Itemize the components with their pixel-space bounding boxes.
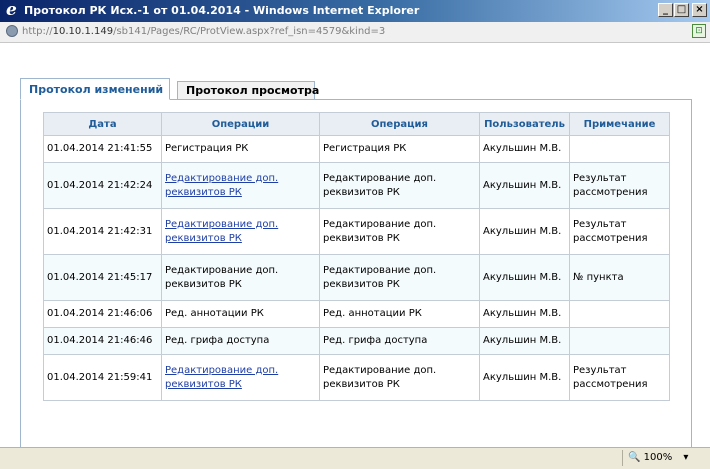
- cell-operations: Редактирование доп. реквизитов РК: [161, 354, 320, 401]
- cell-note: Результат рассмотрения: [569, 208, 670, 255]
- window-title: Протокол РК Исх.-1 от 01.04.2014 - Windo…: [24, 4, 420, 17]
- cell-operations: Ред. аннотации РК: [161, 300, 320, 328]
- operation-link[interactable]: Редактирование доп. реквизитов РК: [165, 365, 278, 390]
- cell-operations: Регистрация РК: [161, 135, 320, 163]
- protocol-panel: Дата Операции Операция Пользователь Прим…: [20, 99, 692, 456]
- zoom-icon: 🔍: [628, 452, 641, 463]
- column-header-operations: Операции: [161, 112, 320, 136]
- cell-note: Результат рассмотрения: [569, 354, 670, 401]
- cell-operations: Редактирование доп. реквизитов РК: [161, 254, 320, 301]
- cell-operation: Ред. аннотации РК: [319, 300, 480, 328]
- operation-link[interactable]: Редактирование доп. реквизитов РК: [165, 219, 278, 244]
- cell-user: Акульшин М.В.: [479, 162, 570, 209]
- minimize-button[interactable]: _: [658, 3, 673, 17]
- cell-user: Акульшин М.В.: [479, 208, 570, 255]
- tab-view-log[interactable]: Протокол просмотра: [177, 81, 319, 100]
- cell-note: [569, 300, 670, 328]
- table-row: 01.04.2014 21:45:17 Редактирование доп. …: [43, 254, 670, 301]
- compatibility-view-icon[interactable]: ⊡: [692, 24, 706, 38]
- cell-operation: Редактирование доп. реквизитов РК: [319, 354, 480, 401]
- cell-user: Акульшин М.В.: [479, 254, 570, 301]
- cell-note: Результат рассмотрения: [569, 162, 670, 209]
- column-header-date: Дата: [43, 112, 162, 136]
- operation-link[interactable]: Редактирование доп. реквизитов РК: [165, 173, 278, 198]
- page-icon: [6, 25, 18, 37]
- internet-explorer-icon: e: [6, 0, 17, 20]
- title-bar[interactable]: e Протокол РК Исх.-1 от 01.04.2014 - Win…: [0, 0, 710, 22]
- cell-operation: Регистрация РК: [319, 135, 480, 163]
- table-row: 01.04.2014 21:59:41 Редактирование доп. …: [43, 354, 670, 401]
- zoom-control[interactable]: 🔍 100% ▾: [628, 452, 688, 463]
- cell-note: [569, 135, 670, 163]
- cell-note: № пункта: [569, 254, 670, 301]
- cell-user: Акульшин М.В.: [479, 354, 570, 401]
- maximize-button[interactable]: □: [674, 3, 689, 17]
- table-row: 01.04.2014 21:42:24 Редактирование доп. …: [43, 162, 670, 209]
- protocol-table: Дата Операции Операция Пользователь Прим…: [43, 112, 670, 401]
- column-header-note: Примечание: [569, 112, 670, 136]
- cell-operation: Ред. грифа доступа: [319, 327, 480, 355]
- table-row: 01.04.2014 21:46:46 Ред. грифа доступа Р…: [43, 327, 670, 355]
- page-content: Протокол изменений Протокол просмотра Да…: [0, 43, 710, 456]
- cell-date: 01.04.2014 21:45:17: [43, 254, 162, 301]
- cell-date: 01.04.2014 21:59:41: [43, 354, 162, 401]
- address-bar[interactable]: http://10.10.1.149/sb141/Pages/RC/ProtVi…: [0, 22, 710, 43]
- cell-date: 01.04.2014 21:46:06: [43, 300, 162, 328]
- status-bar: 🔍 100% ▾: [0, 447, 710, 469]
- cell-operations: Ред. грифа доступа: [161, 327, 320, 355]
- table-row: 01.04.2014 21:42:31 Редактирование доп. …: [43, 208, 670, 255]
- zoom-level: 100%: [643, 452, 673, 463]
- cell-operations: Редактирование доп. реквизитов РК: [161, 208, 320, 255]
- cell-date: 01.04.2014 21:42:24: [43, 162, 162, 209]
- url-text[interactable]: http://10.10.1.149/sb141/Pages/RC/ProtVi…: [22, 26, 385, 37]
- close-button[interactable]: ×: [692, 3, 707, 17]
- cell-user: Акульшин М.В.: [479, 327, 570, 355]
- cell-operations: Редактирование доп. реквизитов РК: [161, 162, 320, 209]
- cell-operation: Редактирование доп. реквизитов РК: [319, 254, 480, 301]
- tab-change-log[interactable]: Протокол изменений: [20, 78, 170, 100]
- column-header-operation: Операция: [319, 112, 480, 136]
- cell-date: 01.04.2014 21:42:31: [43, 208, 162, 255]
- chevron-down-icon[interactable]: ▾: [683, 452, 688, 463]
- browser-window: e Протокол РК Исх.-1 от 01.04.2014 - Win…: [0, 0, 710, 469]
- cell-date: 01.04.2014 21:46:46: [43, 327, 162, 355]
- cell-operation: Редактирование доп. реквизитов РК: [319, 162, 480, 209]
- table-row: 01.04.2014 21:46:06 Ред. аннотации РК Ре…: [43, 300, 670, 328]
- cell-date: 01.04.2014 21:41:55: [43, 135, 162, 163]
- column-header-user: Пользователь: [479, 112, 570, 136]
- status-separator: [622, 450, 623, 466]
- table-row: 01.04.2014 21:41:55 Регистрация РК Регис…: [43, 135, 670, 163]
- cell-note: [569, 327, 670, 355]
- cell-operation: Редактирование доп. реквизитов РК: [319, 208, 480, 255]
- cell-user: Акульшин М.В.: [479, 135, 570, 163]
- table-header-row: Дата Операции Операция Пользователь Прим…: [43, 112, 670, 136]
- cell-user: Акульшин М.В.: [479, 300, 570, 328]
